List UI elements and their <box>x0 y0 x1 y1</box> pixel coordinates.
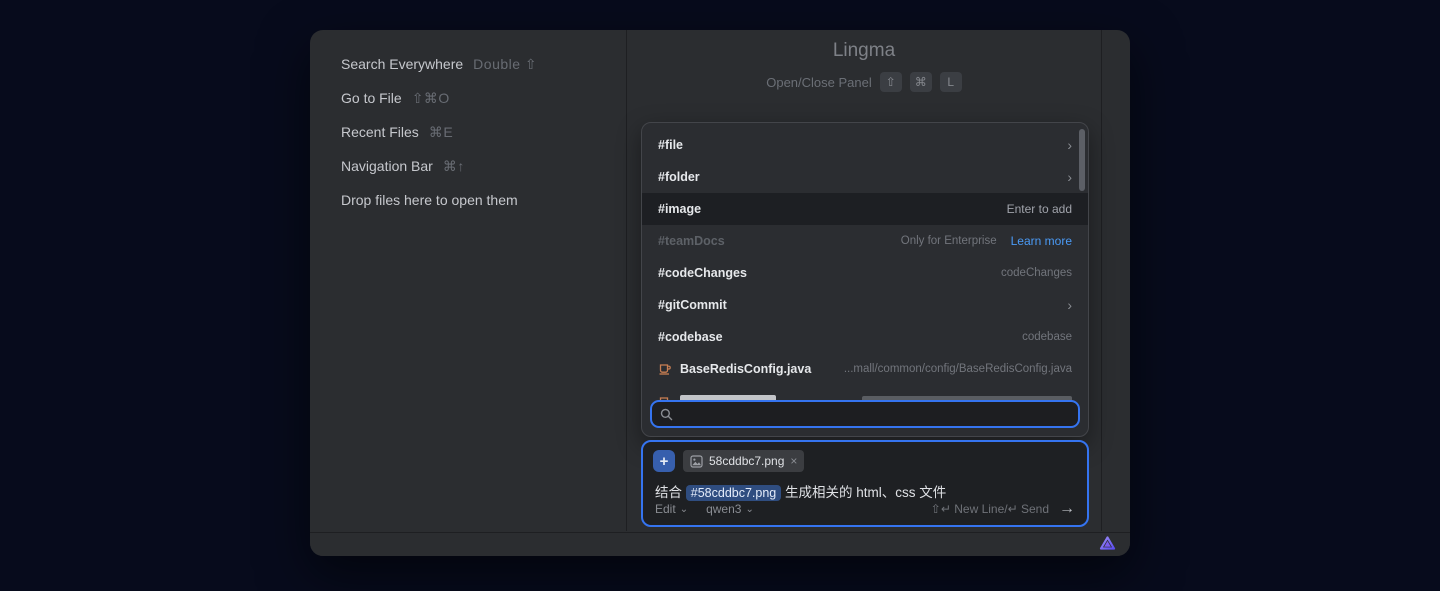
message-suffix: 生成相关的 html、css 文件 <box>781 485 946 500</box>
shortcut-label: Drop files here to open them <box>341 192 518 208</box>
context-item-hint: codeChanges <box>1001 267 1072 279</box>
mode-label: Edit <box>655 502 676 516</box>
context-item-folder[interactable]: #folder › <box>642 161 1088 193</box>
context-item-hint: codebase <box>1022 331 1072 343</box>
model-dropdown[interactable]: qwen3 ⌄ <box>706 502 754 516</box>
context-item-codebase[interactable]: #codebase codebase <box>642 321 1088 353</box>
context-item-label: #codeChanges <box>658 266 747 280</box>
context-item-file[interactable]: #file › <box>642 129 1088 161</box>
chat-composer[interactable]: + 58cddbc7.png × 结 <box>641 440 1089 527</box>
drop-files-hint: Drop files here to open them <box>341 183 626 217</box>
context-item-teamdocs[interactable]: #teamDocs Only for Enterprise Learn more <box>642 225 1088 257</box>
tool-window-stripe <box>1101 30 1129 531</box>
shortcut-label: Navigation Bar <box>341 158 433 174</box>
message-prefix: 结合 <box>655 485 686 500</box>
shortcut-label: Search Everywhere <box>341 56 463 72</box>
composer-message[interactable]: 结合 #58cddbc7.png 生成相关的 html、css 文件 <box>643 472 1087 501</box>
composer-attachments-row: + 58cddbc7.png × <box>643 442 1087 472</box>
attachment-chip[interactable]: 58cddbc7.png × <box>683 450 804 472</box>
chevron-down-icon: ⌄ <box>680 504 688 515</box>
context-item-label: #codebase <box>658 330 723 344</box>
shortcut-keys: ⌘↑ <box>443 158 465 175</box>
panel-subtitle: Open/Close Panel <box>766 75 872 90</box>
context-search-box[interactable] <box>650 400 1080 428</box>
context-item-path: ...mall/common/config/BaseRedisConfig.ja… <box>844 363 1072 375</box>
shortcut-keys: ⇧⌘O <box>412 90 450 107</box>
shortcut-label: Go to File <box>341 90 402 106</box>
add-context-button[interactable]: + <box>653 450 675 472</box>
chevron-right-icon: › <box>1067 138 1072 152</box>
context-item-gitcommit[interactable]: #gitCommit › <box>642 289 1088 321</box>
key-badge-shift: ⇧ <box>880 72 902 92</box>
key-badge-l: L <box>940 72 962 92</box>
shortcut-keys: Double ⇧ <box>473 56 537 73</box>
chevron-right-icon: › <box>1067 170 1072 184</box>
context-item-label: #folder <box>658 170 700 184</box>
popup-scrollbar[interactable] <box>1079 129 1085 191</box>
context-item-image[interactable]: #image Enter to add <box>642 193 1088 225</box>
editor-empty-pane: Search Everywhere Double ⇧ Go to File ⇧⌘… <box>310 30 626 531</box>
java-file-icon <box>658 362 672 376</box>
context-item-hint: Only for Enterprise <box>901 235 997 247</box>
shortcut-recent-files[interactable]: Recent Files ⌘E <box>341 115 626 149</box>
context-mention-popup: #file › #folder › #image Enter to add <box>641 122 1089 437</box>
shortcut-go-to-file[interactable]: Go to File ⇧⌘O <box>341 81 626 115</box>
panel-subtitle-row: Open/Close Panel ⇧ ⌘ L <box>627 72 1101 92</box>
message-mention: #58cddbc7.png <box>686 485 782 501</box>
search-icon <box>660 408 673 421</box>
context-item-label: #image <box>658 202 701 216</box>
ide-window: Search Everywhere Double ⇧ Go to File ⇧⌘… <box>310 30 1130 556</box>
send-button[interactable]: → <box>1059 500 1075 518</box>
context-item-hint: Enter to add <box>1007 202 1072 216</box>
shortcut-navigation-bar[interactable]: Navigation Bar ⌘↑ <box>341 149 626 183</box>
close-icon[interactable]: × <box>790 454 797 468</box>
context-item-label: #gitCommit <box>658 298 727 312</box>
key-badge-cmd: ⌘ <box>910 72 932 92</box>
learn-more-link[interactable]: Learn more <box>1011 234 1072 248</box>
context-search-input[interactable] <box>679 407 1070 422</box>
shortcut-search-everywhere[interactable]: Search Everywhere Double ⇧ <box>341 47 626 81</box>
context-item-file-baseredisconfig[interactable]: BaseRedisConfig.java ...mall/common/conf… <box>642 353 1088 385</box>
shortcut-keys: ⌘E <box>429 124 453 141</box>
context-item-codechanges[interactable]: #codeChanges codeChanges <box>642 257 1088 289</box>
attachment-name: 58cddbc7.png <box>709 454 784 468</box>
image-file-icon <box>690 455 703 468</box>
context-item-label: BaseRedisConfig.java <box>680 362 811 376</box>
panel-title: Lingma <box>627 40 1101 62</box>
chevron-right-icon: › <box>1067 298 1072 312</box>
context-item-label: #file <box>658 138 683 152</box>
main-row: Search Everywhere Double ⇧ Go to File ⇧⌘… <box>310 30 1130 531</box>
lingma-panel: Lingma Open/Close Panel ⇧ ⌘ L #file › #f… <box>627 30 1101 531</box>
newline-send-hint: ⇧↵ New Line/↵ Send <box>931 502 1049 516</box>
context-item-label: #teamDocs <box>658 234 725 248</box>
chevron-down-icon: ⌄ <box>745 504 753 515</box>
status-bar <box>310 532 1130 556</box>
context-list: #file › #folder › #image Enter to add <box>642 123 1088 402</box>
shortcut-label: Recent Files <box>341 124 419 140</box>
model-label: qwen3 <box>706 502 741 516</box>
composer-toolbar: Edit ⌄ qwen3 ⌄ ⇧↵ New Line/↵ Send → <box>655 500 1075 518</box>
lingma-logo-icon[interactable] <box>1099 536 1116 553</box>
mode-dropdown[interactable]: Edit ⌄ <box>655 502 688 516</box>
